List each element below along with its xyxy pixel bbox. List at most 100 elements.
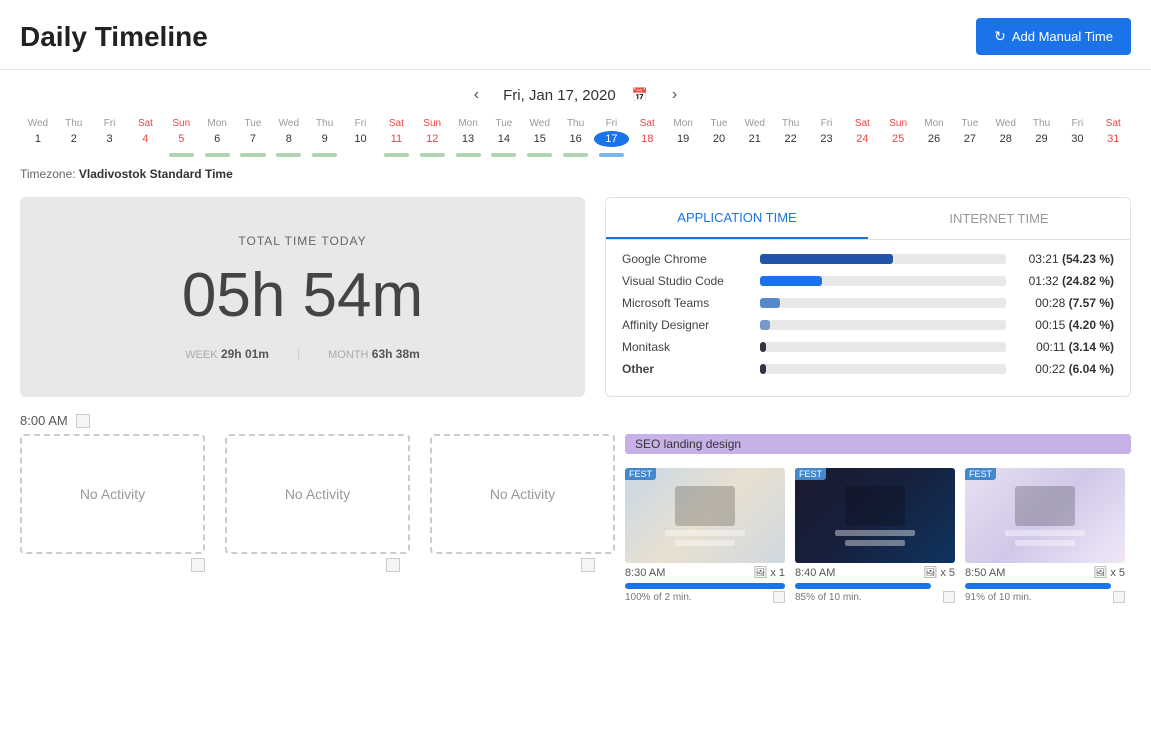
week-label: WEEK [185, 349, 217, 361]
cal-day-num[interactable]: 5 [163, 131, 199, 147]
cal-day-num[interactable]: 9 [307, 131, 343, 147]
activity-bar-cell [235, 151, 271, 159]
app-name: Other [622, 362, 752, 376]
cal-day-num[interactable]: 12 [414, 131, 450, 147]
cal-day-num[interactable]: 2 [56, 131, 92, 147]
cal-day-num[interactable]: 21 [737, 131, 773, 147]
cal-day-num[interactable]: 14 [486, 131, 522, 147]
tab-internet-time[interactable]: INTERNET TIME [868, 198, 1130, 239]
cal-day-num[interactable]: 16 [558, 131, 594, 147]
cal-day-num[interactable]: 8 [271, 131, 307, 147]
no-activity-label-1: No Activity [80, 486, 145, 502]
time-marker-8am: 8:00 AM [20, 413, 1131, 428]
cal-day-num[interactable]: 13 [450, 131, 486, 147]
no-activity-cell-3: No Activity [430, 434, 615, 554]
cal-day-num[interactable]: 31 [1095, 131, 1131, 147]
total-time-value: 05h 54m [182, 260, 423, 331]
activity-bar-cell [952, 151, 988, 159]
screenshot-image: FEST [795, 468, 955, 563]
cal-day-label: Wed [20, 116, 56, 131]
cal-day-num[interactable]: 22 [773, 131, 809, 147]
progress-checkbox[interactable] [1113, 591, 1125, 603]
calendar-strip: WedThuFriSatSunMonTueWedThuFriSatSunMonT… [0, 116, 1151, 159]
app-bar-track [760, 320, 1006, 330]
no-act-check-2[interactable] [386, 558, 400, 572]
cal-day-num[interactable]: 15 [522, 131, 558, 147]
no-activity-cell-1: No Activity [20, 434, 205, 554]
activity-bar-cell [809, 151, 845, 159]
cal-day-num[interactable]: 18 [629, 131, 665, 147]
cal-day-num[interactable]: 7 [235, 131, 271, 147]
add-manual-time-button[interactable]: ↻ Add Manual Time [976, 18, 1131, 55]
cal-day-label: Sat [378, 116, 414, 131]
app-row: Microsoft Teams00:28 (7.57 %) [622, 296, 1114, 310]
time-panel: APPLICATION TIME INTERNET TIME Google Ch… [605, 197, 1131, 397]
app-time: 00:15 (4.20 %) [1014, 318, 1114, 332]
cal-day-label: Wed [737, 116, 773, 131]
date-navigation: ‹ Fri, Jan 17, 2020 📅 › [0, 70, 1151, 116]
cal-day-num[interactable]: 27 [952, 131, 988, 147]
card-footer: 8:30 AM🖼 x 1 [625, 566, 785, 579]
no-activity-label-3: No Activity [490, 486, 555, 502]
activity-bar-cell [844, 151, 880, 159]
cal-day-num[interactable]: 4 [128, 131, 164, 147]
month-value: 63h 38m [372, 347, 420, 361]
cal-day-num[interactable]: 26 [916, 131, 952, 147]
no-act-check-1[interactable] [191, 558, 205, 572]
cal-day-num[interactable]: 6 [199, 131, 235, 147]
card-image-count: 🖼 x 5 [923, 566, 955, 579]
app-row: Visual Studio Code01:32 (24.82 %) [622, 274, 1114, 288]
cal-day-label: Sat [844, 116, 880, 131]
cal-day-num[interactable]: 1 [20, 131, 56, 147]
screenshot-card[interactable]: FEST8:40 AM🖼 x 585% of 10 min. [795, 468, 955, 603]
cal-day-num[interactable]: 17 [594, 131, 630, 147]
tab-application-time[interactable]: APPLICATION TIME [606, 198, 868, 239]
cal-day-num[interactable]: 19 [665, 131, 701, 147]
prev-date-button[interactable]: ‹ [466, 82, 487, 108]
progress-bar [965, 583, 1111, 589]
screenshot-row: No Activity No Activity No Activity SEO … [0, 434, 1151, 603]
current-date: Fri, Jan 17, 2020 [503, 87, 616, 104]
clock-icon: ↻ [994, 28, 1006, 45]
cal-day-num[interactable]: 10 [343, 131, 379, 147]
progress-checkbox[interactable] [943, 591, 955, 603]
no-act-check-3[interactable] [581, 558, 595, 572]
cal-day-num[interactable]: 20 [701, 131, 737, 147]
activity-bar-cell [773, 151, 809, 159]
activity-bar-cell [378, 151, 414, 159]
app-time: 00:28 (7.57 %) [1014, 296, 1114, 310]
time-tabs: APPLICATION TIME INTERNET TIME [606, 198, 1130, 240]
cal-day-num[interactable]: 30 [1059, 131, 1095, 147]
cal-day-label: Fri [1059, 116, 1095, 131]
cal-day-label: Thu [558, 116, 594, 131]
cal-day-label: Sun [163, 116, 199, 131]
time-checkbox[interactable] [76, 414, 90, 428]
calendar-icon[interactable]: 📅 [632, 87, 648, 103]
activity-bar-cell [1059, 151, 1095, 159]
screenshot-card[interactable]: FEST8:30 AM🖼 x 1100% of 2 min. [625, 468, 785, 603]
app-time: 00:11 (3.14 %) [1014, 340, 1114, 354]
cal-day-num[interactable]: 23 [809, 131, 845, 147]
cal-day-num[interactable]: 3 [92, 131, 128, 147]
activity-bar-cell [307, 151, 343, 159]
screenshot-cards-row: FEST8:30 AM🖼 x 1100% of 2 min.FEST8:40 A… [625, 468, 1131, 603]
app-bar-track [760, 298, 1006, 308]
cal-day-num[interactable]: 24 [844, 131, 880, 147]
header: Daily Timeline ↻ Add Manual Time [0, 0, 1151, 70]
cal-day-num[interactable]: 25 [880, 131, 916, 147]
cal-day-label: Wed [988, 116, 1024, 131]
cal-day-label: Mon [916, 116, 952, 131]
screenshot-cards-area: SEO landing design FEST8:30 AM🖼 x 1100% … [625, 434, 1131, 603]
cal-day-num[interactable]: 28 [988, 131, 1024, 147]
screenshot-card[interactable]: FEST8:50 AM🖼 x 591% of 10 min. [965, 468, 1125, 603]
cal-day-label: Tue [235, 116, 271, 131]
cal-day-num[interactable]: 11 [378, 131, 414, 147]
app-row: Google Chrome03:21 (54.23 %) [622, 252, 1114, 266]
cal-day-num[interactable]: 29 [1024, 131, 1060, 147]
timezone-info: Timezone: Vladivostok Standard Time [0, 159, 1151, 189]
next-date-button[interactable]: › [664, 82, 685, 108]
total-time-box: TOTAL TIME TODAY 05h 54m WEEK 29h 01m | … [20, 197, 585, 397]
cal-day-label: Thu [773, 116, 809, 131]
progress-checkbox[interactable] [773, 591, 785, 603]
cal-day-label: Fri [594, 116, 630, 131]
